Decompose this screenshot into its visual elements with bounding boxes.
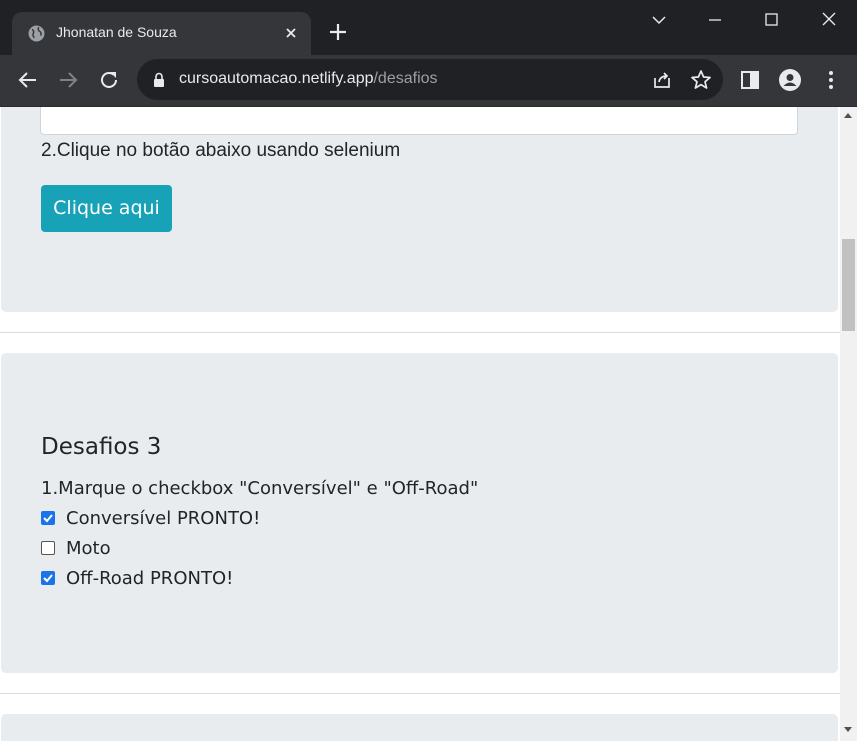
text-input-field[interactable] bbox=[40, 107, 798, 135]
more-menu-icon[interactable] bbox=[819, 68, 843, 92]
new-tab-icon[interactable] bbox=[327, 21, 349, 43]
close-window-icon[interactable] bbox=[816, 9, 842, 31]
back-arrow-icon[interactable] bbox=[16, 68, 40, 92]
checkbox-off-road[interactable] bbox=[41, 571, 55, 585]
url-path: /desafios bbox=[373, 70, 438, 87]
close-tab-icon[interactable] bbox=[282, 24, 300, 42]
scroll-down-arrow-icon[interactable] bbox=[844, 727, 852, 732]
section-divider bbox=[0, 693, 840, 694]
globe-icon bbox=[28, 25, 45, 42]
clique-aqui-button[interactable]: Clique aqui bbox=[41, 185, 172, 232]
checkbox-moto[interactable] bbox=[41, 541, 55, 555]
maximize-icon[interactable] bbox=[758, 9, 784, 31]
checkbox-label[interactable]: Off-Road PRONTO! bbox=[66, 568, 233, 589]
forward-arrow-icon[interactable] bbox=[56, 68, 80, 92]
desafio-3-heading: Desafios 3 bbox=[41, 434, 162, 460]
address-bar[interactable]: cursoautomacao.netlify.app/desafios bbox=[137, 59, 723, 100]
lock-icon[interactable] bbox=[151, 71, 167, 88]
checkbox-label[interactable]: Moto bbox=[66, 538, 111, 559]
vertical-scrollbar[interactable] bbox=[840, 107, 857, 741]
browser-window: Jhonatan de Souza cursoautomacao.netlify… bbox=[0, 0, 857, 741]
page-viewport: 2.Clique no botão abaixo usando selenium… bbox=[0, 107, 840, 741]
checkmark-icon bbox=[43, 514, 53, 523]
reload-icon[interactable] bbox=[97, 68, 121, 92]
title-bar: Jhonatan de Souza bbox=[0, 0, 857, 55]
checkbox-label[interactable]: Conversível PRONTO! bbox=[66, 508, 260, 529]
url-host: cursoautomacao.netlify.app bbox=[179, 70, 374, 87]
checkmark-icon bbox=[43, 574, 53, 583]
desafio-3-instruction: 1.Marque o checkbox "Conversível" e "Off… bbox=[41, 478, 479, 499]
desafio-2-instruction: 2.Clique no botão abaixo usando selenium bbox=[41, 140, 401, 161]
tab-title: Jhonatan de Souza bbox=[56, 24, 177, 40]
browser-toolbar: cursoautomacao.netlify.app/desafios bbox=[0, 55, 857, 107]
browser-tab[interactable]: Jhonatan de Souza bbox=[12, 12, 311, 55]
scrollbar-thumb[interactable] bbox=[842, 239, 855, 331]
checkbox-conversivel[interactable] bbox=[41, 511, 55, 525]
next-desafio-card bbox=[1, 714, 838, 741]
scroll-up-arrow-icon[interactable] bbox=[844, 113, 852, 118]
minimize-icon[interactable] bbox=[702, 9, 728, 31]
share-icon[interactable] bbox=[650, 68, 674, 92]
tab-search-icon[interactable] bbox=[646, 9, 672, 31]
url-text[interactable]: cursoautomacao.netlify.app/desafios bbox=[179, 70, 438, 88]
section-divider bbox=[0, 332, 840, 333]
bookmark-star-icon[interactable] bbox=[689, 68, 713, 92]
side-panel-icon[interactable] bbox=[738, 68, 762, 92]
profile-avatar-icon[interactable] bbox=[778, 68, 802, 92]
